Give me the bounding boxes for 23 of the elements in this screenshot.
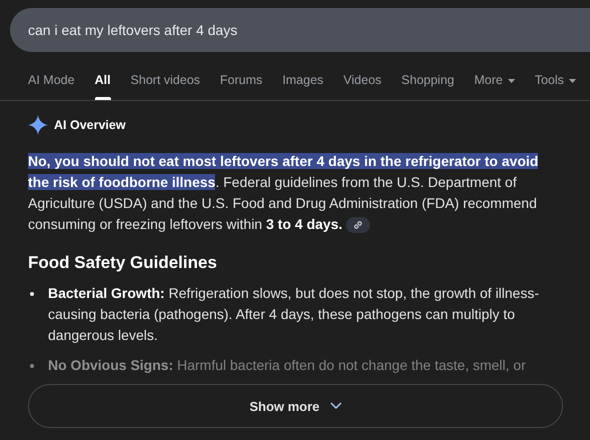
search-field[interactable]: can i eat my leftovers after 4 days bbox=[10, 8, 590, 52]
chevron-down-icon bbox=[330, 402, 342, 410]
section-heading: Food Safety Guidelines bbox=[28, 253, 218, 273]
caret-icon bbox=[508, 79, 515, 83]
search-tab[interactable]: All bbox=[84, 73, 121, 100]
search-tab[interactable]: Images bbox=[272, 73, 334, 100]
search-tab[interactable]: More bbox=[464, 73, 525, 100]
search-tab[interactable]: Tools bbox=[524, 73, 586, 100]
summary-paragraph: No, you should not eat most leftovers after 4 days in the refrigerator to avoid the risk of foodborne illness. Federal guidelines from the U.S. Department of Agriculture (USDA) and the U.S. Food and Drug Administration (FDA) recommend consuming or freezing leftovers within 3 to 4 days. bbox=[28, 152, 540, 235]
overview-title: AI Overview bbox=[54, 118, 126, 132]
bullet-text: Bacterial Growth: Refrigeration slows, but does not stop, the growth of illness-causing bacteria (pathogens). After 4 days, these pathogens can multiply to dangerous levels. bbox=[48, 284, 540, 345]
link-icon[interactable] bbox=[346, 217, 370, 234]
search-tab[interactable]: Shopping bbox=[391, 73, 464, 100]
sparkle-icon bbox=[28, 115, 48, 135]
show-more-button[interactable]: Show more bbox=[28, 384, 563, 428]
search-tab[interactable]: AI Mode bbox=[18, 73, 85, 100]
search-tab[interactable]: Forums bbox=[210, 73, 272, 100]
search-tab[interactable]: Short videos bbox=[120, 73, 210, 100]
bullet-dot bbox=[30, 292, 34, 296]
search-tab[interactable]: Videos bbox=[333, 73, 392, 100]
bullet-dot bbox=[30, 364, 34, 368]
caret-icon bbox=[568, 79, 576, 83]
bullet-text: No Obvious Signs: Harmful bacteria often do not change the taste, smell, or bbox=[48, 356, 526, 375]
